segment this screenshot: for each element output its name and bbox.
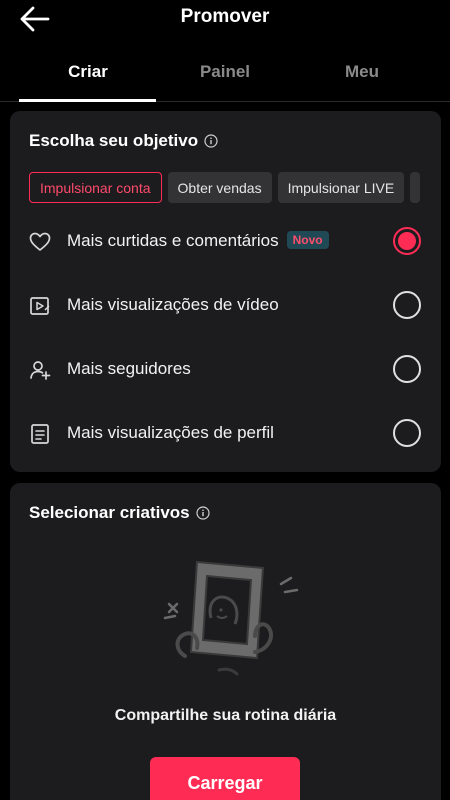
objective-title: Escolha seu objetivo xyxy=(29,131,199,150)
option-label: Mais seguidores xyxy=(67,359,191,378)
radio-unselected[interactable] xyxy=(393,419,421,447)
option-label-text: Mais curtidas e comentários xyxy=(67,231,279,250)
chip-next-partial[interactable] xyxy=(410,172,421,203)
page-title: Promover xyxy=(180,6,270,27)
option-label: Mais curtidas e comentários Novo xyxy=(67,231,329,251)
info-icon[interactable] xyxy=(196,506,210,520)
tab-meu[interactable]: Meu xyxy=(287,62,437,82)
upload-button[interactable]: Carregar xyxy=(150,757,300,800)
option-mais-curtidas[interactable]: Mais curtidas e comentários Novo xyxy=(10,218,441,266)
chip-impulsionar-live[interactable]: Impulsionar LIVE xyxy=(277,172,405,203)
option-label: Mais visualizações de perfil xyxy=(67,423,274,442)
empty-state-text: Compartilhe sua rotina diária xyxy=(114,707,337,724)
chip-impulsionar-conta[interactable]: Impulsionar conta xyxy=(29,172,162,203)
tab-painel[interactable]: Painel xyxy=(150,62,300,82)
tab-criar[interactable]: Criar xyxy=(13,62,163,82)
radio-unselected[interactable] xyxy=(393,291,421,319)
photo-frame-illustration xyxy=(163,560,299,676)
option-mais-seguidores[interactable]: Mais seguidores xyxy=(10,346,441,394)
creatives-title: Selecionar criativos xyxy=(29,503,190,522)
objective-heading: Escolha seu objetivo xyxy=(29,131,218,151)
radio-selected[interactable] xyxy=(393,227,421,255)
option-visualizacoes-video[interactable]: Mais visualizações de vídeo xyxy=(10,282,441,330)
document-icon xyxy=(31,424,49,444)
objective-card: Escolha seu objetivo Impulsionar conta O… xyxy=(10,111,441,472)
promote-screen: Promover Criar Painel Meu Escolha seu ob… xyxy=(0,0,450,800)
creatives-heading: Selecionar criativos xyxy=(29,503,210,523)
option-label: Mais visualizações de vídeo xyxy=(67,295,279,314)
video-play-icon xyxy=(30,297,50,315)
chip-obter-vendas[interactable]: Obter vendas xyxy=(167,172,272,203)
info-icon[interactable] xyxy=(204,134,218,148)
tab-bar: Criar Painel Meu xyxy=(0,52,450,102)
new-badge: Novo xyxy=(286,231,329,249)
add-user-icon xyxy=(30,361,51,380)
heart-icon xyxy=(29,232,51,251)
objective-chips: Impulsionar conta Obter vendas Impulsion… xyxy=(29,172,421,204)
option-visualizacoes-perfil[interactable]: Mais visualizações de perfil xyxy=(10,410,441,458)
creatives-card: Selecionar criativos Compartilhe sua rot… xyxy=(10,483,441,800)
header: Promover xyxy=(0,0,450,38)
radio-unselected[interactable] xyxy=(393,355,421,383)
active-tab-indicator xyxy=(19,99,156,102)
